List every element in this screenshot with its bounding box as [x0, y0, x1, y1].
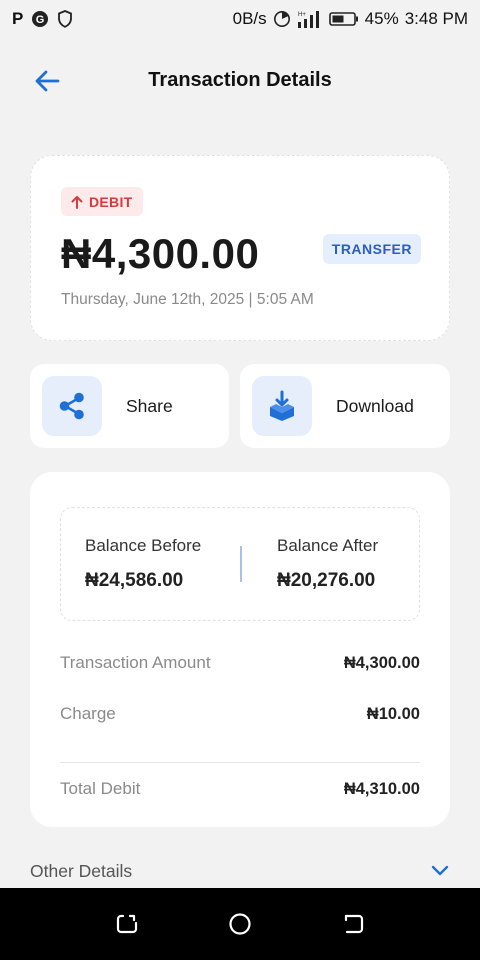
- battery-icon: [328, 11, 359, 27]
- g-icon: G: [31, 10, 49, 28]
- recents-button[interactable]: [107, 904, 147, 944]
- chevron-down-icon: [431, 865, 449, 876]
- balance-before-label: Balance Before: [85, 536, 202, 555]
- home-icon: [229, 913, 251, 935]
- charge-row: Charge ₦10.00: [60, 704, 420, 724]
- share-label: Share: [126, 395, 173, 416]
- row-label: Total Debit: [60, 779, 141, 798]
- recents-icon: [116, 914, 137, 934]
- arrow-up-icon: [71, 195, 83, 209]
- status-left-icons: P G: [12, 9, 73, 29]
- download-icon-container: [252, 376, 312, 436]
- back-nav-icon: [345, 914, 364, 934]
- network-speed: 0B/s: [232, 9, 267, 28]
- row-label: Charge: [60, 704, 116, 723]
- debit-label: DEBIT: [89, 193, 133, 210]
- download-icon: [270, 390, 294, 421]
- shield-icon: [57, 10, 73, 28]
- download-label: Download: [336, 395, 414, 416]
- transaction-summary-card: DEBIT ₦4,300.00 TRANSFER Thursday, June …: [30, 155, 450, 341]
- divider: [60, 762, 420, 763]
- other-details-label: Other Details: [30, 860, 133, 881]
- debit-badge: DEBIT: [61, 187, 143, 216]
- page-title: Transaction Details: [148, 68, 332, 91]
- share-button[interactable]: Share: [30, 364, 229, 448]
- row-value: ₦4,310.00: [343, 779, 420, 798]
- balance-box: Balance Before ₦24,586.00 Balance After …: [60, 507, 420, 621]
- balance-before-value: ₦24,586.00: [85, 570, 184, 591]
- balance-divider: [240, 546, 242, 582]
- battery-percent: 45%: [364, 9, 399, 28]
- transaction-date: Thursday, June 12th, 2025 | 5:05 AM: [61, 291, 314, 308]
- svg-text:H+: H+: [298, 12, 306, 18]
- home-button[interactable]: [220, 904, 260, 944]
- back-button[interactable]: [30, 64, 64, 98]
- arrow-left-icon: [35, 70, 60, 92]
- back-nav-button[interactable]: [333, 904, 373, 944]
- row-label: Transaction Amount: [60, 653, 211, 672]
- balance-after-value: ₦20,276.00: [277, 570, 376, 591]
- g-icon-glyph: G: [36, 14, 45, 26]
- transaction-details-card: Balance Before ₦24,586.00 Balance After …: [30, 472, 450, 827]
- balance-before: Balance Before ₦24,586.00: [85, 536, 201, 592]
- header: Transaction Details: [0, 58, 480, 102]
- signal-icon: H+: [297, 9, 323, 29]
- share-icon: [59, 392, 84, 420]
- transaction-amount-row: Transaction Amount ₦4,300.00: [60, 653, 420, 673]
- total-debit-row: Total Debit ₦4,310.00: [60, 779, 420, 799]
- p-icon: P: [12, 9, 24, 28]
- share-icon-container: [42, 376, 102, 436]
- data-saver-icon: [273, 10, 291, 28]
- status-bar: P G 0B/s H+ 45% 3:48 PM: [0, 0, 480, 38]
- row-value: ₦4,300.00: [343, 653, 420, 672]
- transaction-amount: ₦4,300.00: [61, 230, 260, 277]
- status-right: 0B/s H+ 45% 3:48 PM: [233, 9, 468, 29]
- clock: 3:48 PM: [404, 9, 468, 28]
- balance-after-label: Balance After: [277, 536, 379, 555]
- transfer-badge: TRANSFER: [322, 234, 421, 264]
- row-value: ₦10.00: [366, 704, 420, 723]
- system-nav-bar: [0, 888, 480, 960]
- download-button[interactable]: Download: [240, 364, 450, 448]
- balance-after: Balance After ₦20,276.00: [277, 536, 378, 592]
- other-details-toggle[interactable]: Other Details: [30, 856, 450, 886]
